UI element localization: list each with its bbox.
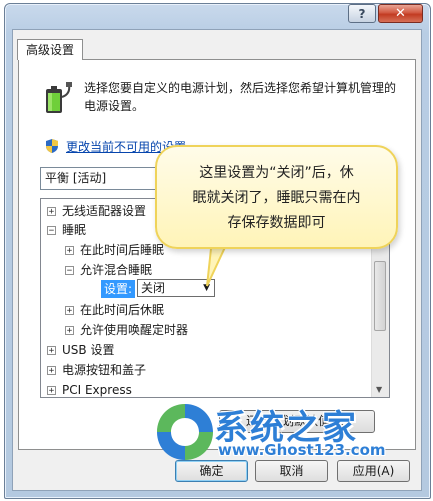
cancel-button[interactable]: 取消 xyxy=(255,460,328,482)
tab-advanced-settings[interactable]: 高级设置 xyxy=(17,39,84,60)
expand-icon[interactable]: + xyxy=(65,306,74,316)
watermark-url: www.Ghost123.com xyxy=(218,441,386,459)
expand-icon[interactable]: + xyxy=(47,386,56,396)
tree-item-wireless[interactable]: + 无线适配器设置 xyxy=(47,201,146,221)
description-text: 选择您要自定义的电源计划，然后选择您希望计算机管理的电源设置。 xyxy=(84,81,397,113)
watermark-logo-icon xyxy=(157,404,213,460)
setting-value-select[interactable]: 关闭 ▼ xyxy=(137,279,216,297)
collapse-icon[interactable]: − xyxy=(47,226,56,236)
expand-icon[interactable]: + xyxy=(65,326,74,336)
apply-button[interactable]: 应用(A) xyxy=(337,460,410,482)
tree-item-label: 睡眠 xyxy=(62,223,87,237)
tree-item-usb[interactable]: + USB 设置 xyxy=(47,340,114,360)
callout-line: 这里设置为“关闭”后，休 xyxy=(199,165,354,181)
expand-icon[interactable]: + xyxy=(47,207,56,217)
annotation-callout: 这里设置为“关闭”后，休 眠就关闭了，睡眠只需在内 存保存数据即可 xyxy=(155,145,398,249)
tree-item-wake-timers[interactable]: + 允许使用唤醒定时器 xyxy=(65,320,188,340)
tree-item-label: USB 设置 xyxy=(62,343,115,357)
expand-icon[interactable]: + xyxy=(47,346,56,356)
scroll-down-icon[interactable]: ▼ xyxy=(376,385,382,394)
expand-icon[interactable]: + xyxy=(47,366,56,376)
tree-item-hibernate-after[interactable]: + 在此时间后休眠 xyxy=(65,300,164,320)
battery-plug-icon xyxy=(46,82,72,113)
hybrid-sleep-setting[interactable]: 设置: 关闭 ▼ xyxy=(101,279,216,299)
setting-label: 设置: xyxy=(101,280,136,298)
tree-item-label: 允许混合睡眠 xyxy=(80,263,153,277)
tree-item-label: PCI Express xyxy=(62,383,132,397)
callout-line: 存保存数据即可 xyxy=(227,215,326,231)
tree-item-label: 无线适配器设置 xyxy=(62,204,147,218)
collapse-icon[interactable]: − xyxy=(65,266,74,276)
callout-line: 眠就关闭了，睡眠只需在内 xyxy=(192,190,361,206)
uac-shield-icon xyxy=(46,139,58,153)
tree-item-sleep[interactable]: − 睡眠 xyxy=(47,220,86,240)
tree-item-pci-express[interactable]: + PCI Express xyxy=(47,380,132,397)
tree-item-sleep-after[interactable]: + 在此时间后睡眠 xyxy=(65,240,164,260)
scrollbar-thumb[interactable] xyxy=(374,261,386,331)
close-button[interactable]: ✕ xyxy=(378,4,423,23)
setting-value: 关闭 xyxy=(141,281,166,295)
help-button[interactable]: ? xyxy=(348,4,376,23)
power-plan-value: 平衡 [活动] xyxy=(45,171,107,185)
tree-item-label: 在此时间后休眠 xyxy=(80,303,165,317)
tree-item-label: 在此时间后睡眠 xyxy=(80,243,165,257)
tree-item-label: 电源按钮和盖子 xyxy=(62,363,147,377)
tree-item-label: 允许使用唤醒定时器 xyxy=(80,323,189,337)
expand-icon[interactable]: + xyxy=(65,246,74,256)
tree-item-hybrid-sleep[interactable]: − 允许混合睡眠 xyxy=(65,260,152,280)
help-icon: ? xyxy=(358,6,366,21)
tree-item-power-buttons[interactable]: + 电源按钮和盖子 xyxy=(47,360,146,380)
close-icon: ✕ xyxy=(395,6,406,21)
